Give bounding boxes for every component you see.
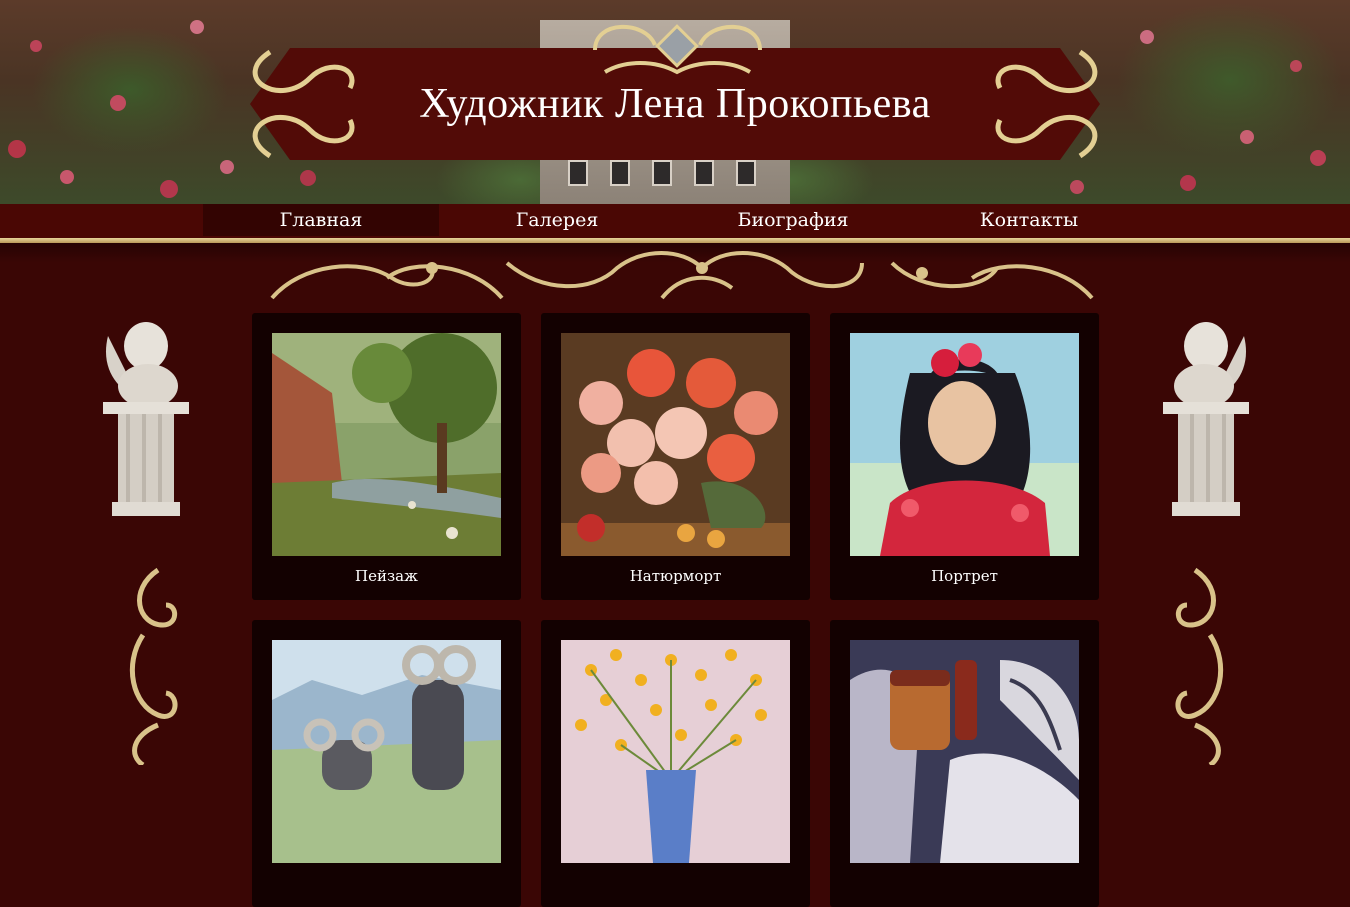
nav-item-contacts[interactable]: Контакты [911, 204, 1147, 236]
gallery-card-portrait[interactable]: Портрет [830, 313, 1099, 600]
card-caption: Портрет [931, 567, 998, 585]
gold-scroll-left-icon [129, 567, 178, 765]
landscape-painting-image [272, 333, 501, 556]
gold-scroll-right-icon [1175, 567, 1224, 765]
gallery-card-rams[interactable] [252, 620, 521, 907]
gallery-card-still-life-bird[interactable] [830, 620, 1099, 907]
crest-ornament-icon [593, 24, 762, 75]
rams-painting-image [272, 640, 501, 863]
nav-item-biography[interactable]: Биография [675, 204, 911, 236]
gallery-card-landscape[interactable]: Пейзаж [252, 313, 521, 600]
nav-item-home[interactable]: Главная [203, 204, 439, 236]
cherub-column-left-icon [103, 322, 189, 516]
nav-item-gallery[interactable]: Галерея [439, 204, 675, 236]
card-caption: Пейзаж [355, 567, 418, 585]
gallery-card-flowers[interactable] [541, 620, 810, 907]
card-caption: Натюрморт [629, 567, 722, 585]
rose-still-life-painting-image [561, 333, 790, 556]
scroll-divider-ornament [270, 251, 1094, 300]
cherub-column-right-icon [1163, 322, 1249, 516]
gallery-card-still-life[interactable]: Натюрморт [541, 313, 810, 600]
still-life-bird-painting-image [850, 640, 1079, 863]
girl-portrait-painting-image [850, 333, 1079, 556]
yellow-flowers-painting-image [561, 640, 790, 863]
